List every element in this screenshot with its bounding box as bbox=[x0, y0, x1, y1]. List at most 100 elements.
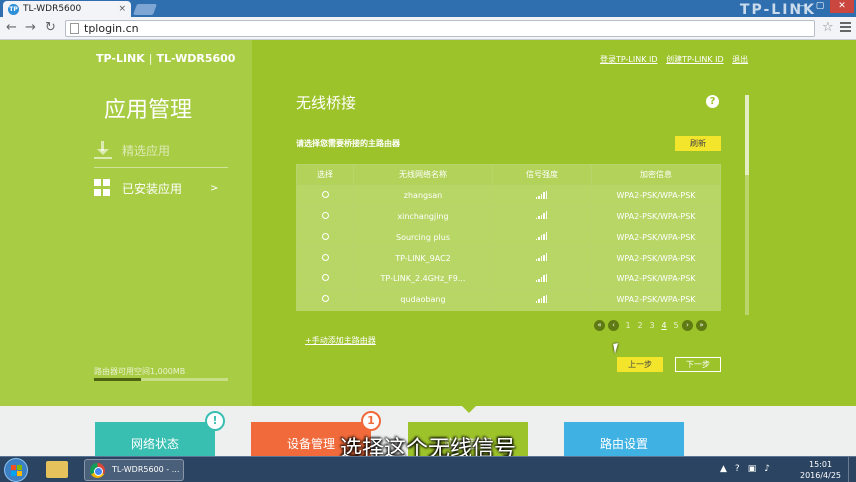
ssid-cell: xinchangjing bbox=[353, 205, 493, 228]
column-header-signal: 信号强度 bbox=[492, 164, 592, 186]
logout-link[interactable]: 退出 bbox=[732, 55, 748, 64]
ssid-cell: TP-LINK_9AC2 bbox=[353, 247, 493, 269]
table-row[interactable]: qudaobang WPA2-PSK/WPA-PSK bbox=[296, 288, 721, 311]
table-row[interactable]: TP-LINK_9AC2 WPA2-PSK/WPA-PSK bbox=[296, 247, 721, 269]
taskbar-app-label: TL-WDR5600 - ... bbox=[112, 465, 180, 474]
model-name: TL-WDR5600 bbox=[156, 52, 236, 65]
router-app: TP-LINK | TL-WDR5600 应用管理 精选应用 已安装应用 > 路由器… bbox=[0, 40, 856, 406]
storage-progress-bar bbox=[94, 378, 228, 381]
ssid-cell: TP-LINK_2.4GHz_F9... bbox=[353, 267, 493, 290]
signal-cell bbox=[492, 267, 592, 290]
column-header-ssid: 无线网络名称 bbox=[353, 164, 493, 186]
tray-network-icon[interactable]: ▣ bbox=[748, 464, 757, 474]
sidebar-item-label: 精选应用 bbox=[122, 143, 171, 158]
signal-cell bbox=[492, 184, 592, 207]
select-cell bbox=[296, 184, 354, 207]
signal-strength-icon bbox=[535, 232, 549, 241]
tray-volume-icon[interactable]: ♪ bbox=[764, 464, 770, 474]
select-radio[interactable] bbox=[321, 253, 329, 261]
account-links: 登录TP-LINK ID 创建TP-LINK ID 退出 bbox=[600, 54, 754, 65]
sidebar-divider bbox=[94, 167, 228, 168]
storage-progress-fill bbox=[94, 378, 141, 381]
back-arrow-icon[interactable]: ← bbox=[6, 20, 17, 35]
signal-strength-icon bbox=[535, 253, 549, 262]
start-button[interactable] bbox=[4, 458, 28, 482]
chevron-right-icon: > bbox=[210, 182, 219, 194]
close-window-button[interactable]: ✕ bbox=[830, 0, 854, 13]
taskbar-clock[interactable]: 15:01 2016/4/25 bbox=[800, 459, 841, 481]
clock-time: 15:01 bbox=[808, 460, 833, 469]
signal-strength-icon bbox=[535, 211, 549, 220]
page-2[interactable]: 2 bbox=[634, 321, 646, 330]
select-radio[interactable] bbox=[321, 191, 329, 199]
previous-step-button[interactable]: 上一步 bbox=[617, 357, 663, 372]
tray-expand-icon[interactable]: ▲ bbox=[720, 464, 727, 474]
login-tplink-id-link[interactable]: 登录TP-LINK ID bbox=[600, 55, 658, 64]
signal-strength-icon bbox=[535, 190, 549, 199]
tab-close-icon[interactable]: × bbox=[118, 1, 126, 17]
security-cell: WPA2-PSK/WPA-PSK bbox=[591, 205, 721, 228]
table-row[interactable]: TP-LINK_2.4GHz_F9... WPA2-PSK/WPA-PSK bbox=[296, 267, 721, 290]
ssid-cell: zhangsan bbox=[353, 184, 493, 207]
brand-logo: TP-LINK | TL-WDR5600 bbox=[96, 52, 235, 65]
select-radio[interactable] bbox=[321, 274, 329, 282]
select-radio[interactable] bbox=[321, 295, 329, 303]
next-step-button[interactable]: 下一步 bbox=[675, 357, 721, 372]
last-page-button[interactable]: » bbox=[696, 320, 707, 331]
next-page-button[interactable]: › bbox=[682, 320, 693, 331]
page-4[interactable]: 4 bbox=[658, 321, 670, 330]
reload-icon[interactable]: ↻ bbox=[45, 20, 56, 35]
new-tab-button[interactable] bbox=[132, 4, 158, 15]
panel-scrollbar[interactable] bbox=[745, 95, 749, 315]
maximize-button[interactable]: ▢ bbox=[812, 0, 828, 13]
page-5[interactable]: 5 bbox=[670, 321, 682, 330]
system-tray: ▲ ? ▣ ♪ bbox=[720, 464, 778, 474]
bookmark-star-icon[interactable]: ☆ bbox=[822, 20, 834, 35]
scrollbar-thumb[interactable] bbox=[745, 95, 749, 175]
browser-menu-icon[interactable] bbox=[840, 22, 851, 34]
signal-cell bbox=[492, 247, 592, 269]
select-radio[interactable] bbox=[321, 211, 329, 219]
manual-add-router-link[interactable]: +手动添加主路由器 bbox=[305, 335, 376, 346]
first-page-button[interactable]: « bbox=[594, 320, 605, 331]
alert-badge: ! bbox=[205, 411, 225, 431]
select-router-prompt: 请选择您需要桥接的主路由器 bbox=[296, 139, 400, 148]
browser-tab-strip: TP TL-WDR5600 × TP-LINK — ▢ ✕ bbox=[0, 0, 856, 18]
refresh-button[interactable]: 刷新 bbox=[675, 136, 721, 151]
table-row[interactable]: zhangsan WPA2-PSK/WPA-PSK bbox=[296, 184, 721, 207]
browser-tab[interactable]: TP TL-WDR5600 × bbox=[3, 1, 131, 17]
url-input[interactable]: tplogin.cn bbox=[65, 20, 815, 37]
page-1[interactable]: 1 bbox=[622, 321, 634, 330]
pagination: « ‹ 1 2 3 4 5 › » bbox=[594, 320, 710, 331]
table-row[interactable]: xinchangjing WPA2-PSK/WPA-PSK bbox=[296, 205, 721, 228]
signal-cell bbox=[492, 205, 592, 228]
windows-logo-icon bbox=[11, 465, 22, 476]
security-cell: WPA2-PSK/WPA-PSK bbox=[591, 267, 721, 290]
windows-taskbar: TL-WDR5600 - ... ▲ ? ▣ ♪ 15:01 2016/4/25 bbox=[0, 456, 856, 482]
table-row[interactable]: Sourcing plus WPA2-PSK/WPA-PSK bbox=[296, 226, 721, 249]
signal-strength-icon bbox=[535, 294, 549, 303]
tray-help-icon[interactable]: ? bbox=[735, 464, 740, 474]
taskbar-chrome-window[interactable]: TL-WDR5600 - ... bbox=[84, 459, 184, 481]
select-radio[interactable] bbox=[321, 232, 329, 240]
table-header-row: 选择 无线网络名称 信号强度 加密信息 bbox=[296, 164, 721, 186]
minimize-button[interactable]: — bbox=[794, 0, 810, 13]
prev-page-button[interactable]: ‹ bbox=[608, 320, 619, 331]
sidebar-item-installed-apps[interactable]: 已安装应用 > bbox=[94, 179, 218, 197]
mouse-cursor-icon bbox=[613, 342, 625, 354]
signal-cell bbox=[492, 226, 592, 249]
window-controls: — ▢ ✕ bbox=[792, 0, 854, 13]
explorer-folder-icon[interactable] bbox=[46, 461, 68, 478]
show-desktop-button[interactable] bbox=[848, 457, 856, 482]
help-icon[interactable]: ? bbox=[706, 95, 719, 108]
sidebar-item-featured-apps[interactable]: 精选应用 bbox=[94, 141, 170, 159]
security-cell: WPA2-PSK/WPA-PSK bbox=[591, 226, 721, 249]
brand-name: TP-LINK bbox=[96, 52, 145, 65]
select-cell bbox=[296, 267, 354, 290]
ssid-cell: Sourcing plus bbox=[353, 226, 493, 249]
create-tplink-id-link[interactable]: 创建TP-LINK ID bbox=[666, 55, 724, 64]
address-bar-row: ← → ↻ tplogin.cn ☆ bbox=[0, 17, 856, 40]
sidebar: TP-LINK | TL-WDR5600 应用管理 精选应用 已安装应用 > 路由器… bbox=[0, 40, 252, 406]
forward-arrow-icon[interactable]: → bbox=[25, 20, 36, 35]
page-3[interactable]: 3 bbox=[646, 321, 658, 330]
